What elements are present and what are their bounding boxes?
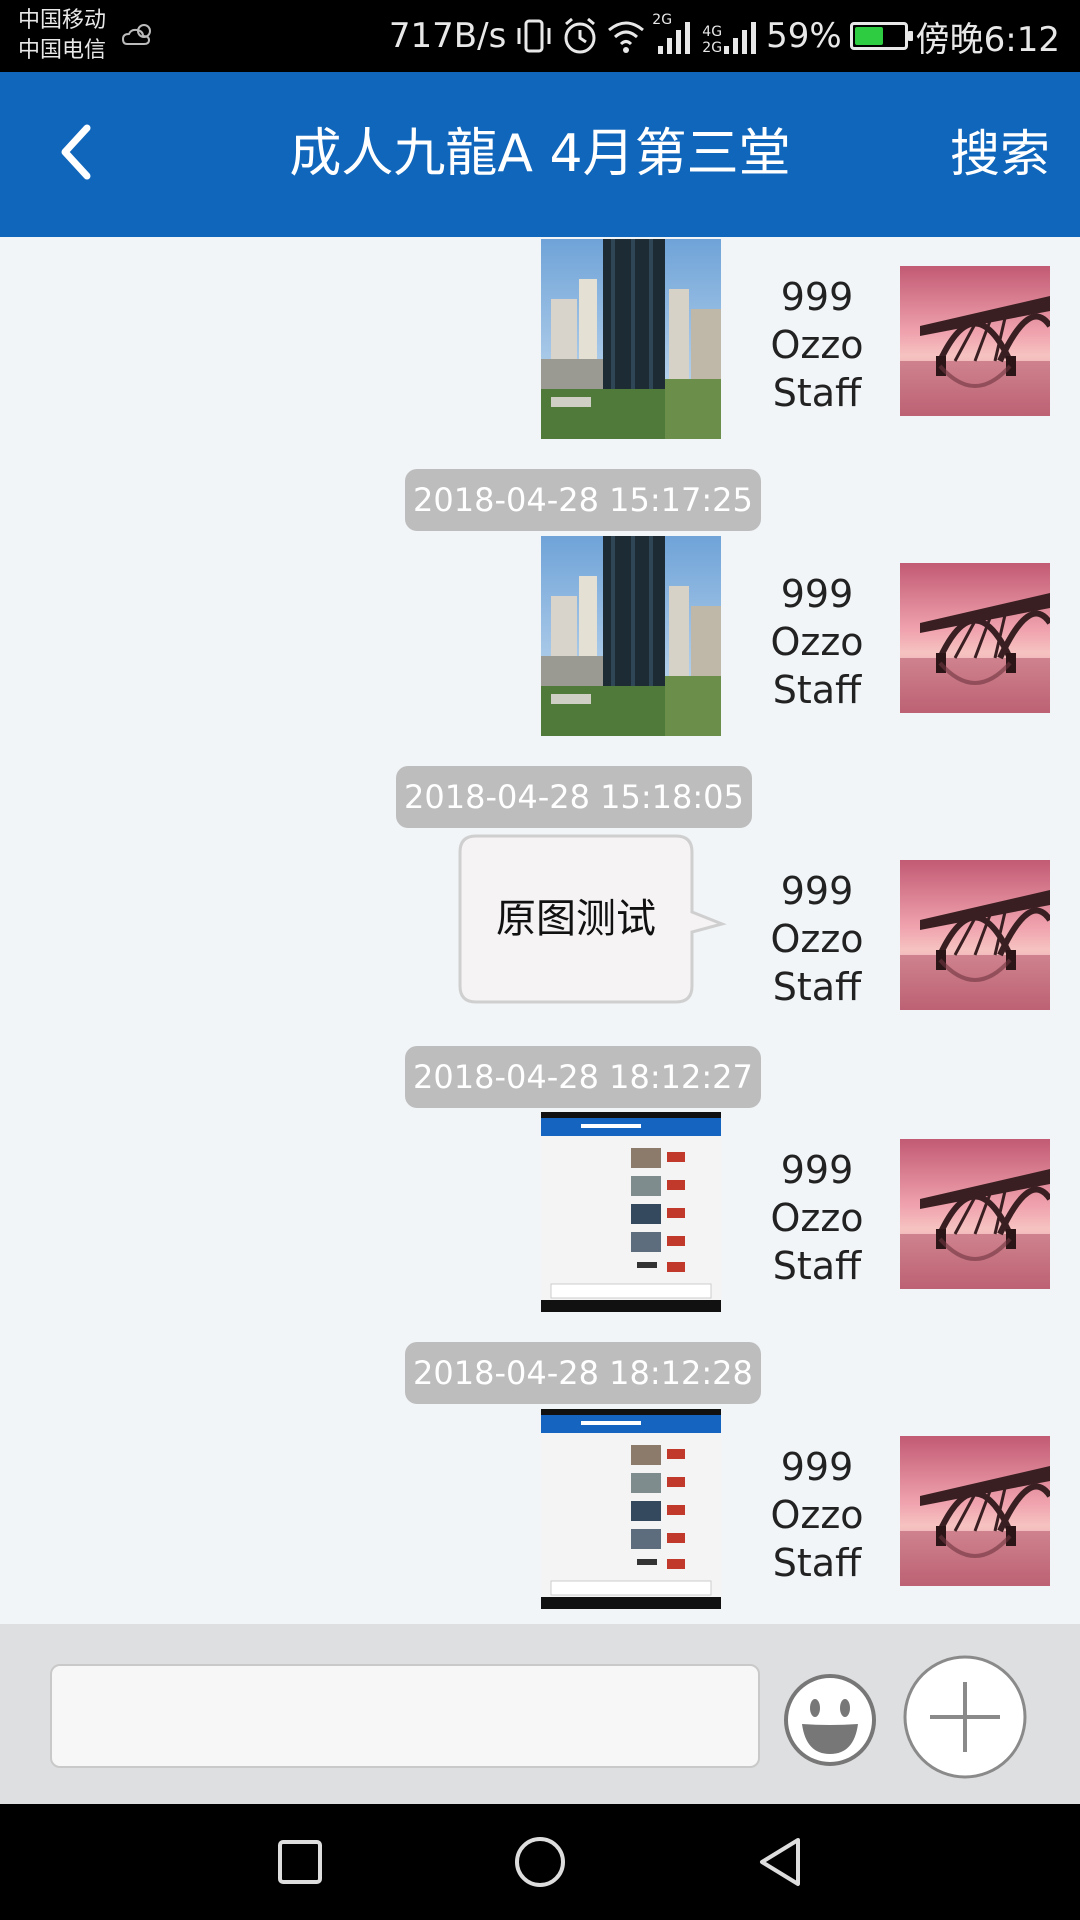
carrier-1: 中国移动 [18, 8, 107, 33]
sender-name-line: Staff [772, 965, 862, 1009]
status-bar: 中国移动 中国电信 717B/s 2G 4G 2G 59% 傍晚6:12 [0, 0, 1080, 72]
smiley-icon [784, 1674, 876, 1766]
sender-name-line: 999 [780, 1148, 854, 1192]
sender-name-line: 999 [780, 1445, 854, 1489]
clock: 傍晚6:12 [915, 19, 1060, 60]
message-timestamp: 2018-04-28 15:17:25 [405, 469, 761, 531]
add-attachment-button[interactable] [902, 1654, 1028, 1780]
text-bubble[interactable]: 原图测试 [458, 834, 727, 1004]
message-timestamp: 2018-04-28 15:18:05 [396, 766, 752, 828]
network-type-2g: 2G [652, 12, 673, 28]
message-input[interactable] [50, 1664, 760, 1768]
carrier-2: 中国电信 [18, 38, 107, 63]
network-type-4g: 4G [702, 24, 723, 40]
bridge-avatar-image [900, 1436, 1050, 1586]
alarm-icon [564, 17, 596, 54]
page-title: 成人九龍A 4月第三堂 [289, 124, 791, 184]
carrier-info: 中国移动 中国电信 [18, 6, 106, 66]
nav-home-button[interactable] [510, 1832, 570, 1892]
triangle-left-icon [760, 1838, 800, 1886]
circle-icon [515, 1837, 565, 1887]
back-button[interactable] [40, 112, 110, 192]
message-image[interactable] [541, 536, 721, 736]
city-photo-thumbnail [541, 239, 721, 439]
vibrate-icon [517, 19, 551, 53]
status-icons: 717B/s 2G 4G 2G 59% 傍晚6:12 [388, 12, 1060, 60]
message-text: 原图测试 [496, 896, 656, 942]
sender-name: 999 Ozzo Staff [758, 867, 876, 1011]
sender-name: 999 Ozzo Staff [758, 1443, 876, 1587]
sender-name-line: Ozzo [770, 620, 864, 664]
plus-icon [903, 1655, 1027, 1779]
sender-name: 999 Ozzo Staff [758, 570, 876, 714]
sender-name: 999 Ozzo Staff [758, 1146, 876, 1290]
sender-name: 999 Ozzo Staff [758, 273, 876, 417]
bridge-avatar-image [900, 563, 1050, 713]
bridge-avatar-image [900, 1139, 1050, 1289]
message-timestamp: 2018-04-28 18:12:27 [405, 1046, 761, 1108]
sender-name-line: 999 [780, 572, 854, 616]
avatar[interactable] [900, 1436, 1050, 1586]
bridge-avatar-image [900, 266, 1050, 416]
battery-icon [849, 22, 913, 50]
bridge-avatar-image [900, 860, 1050, 1010]
city-photo-thumbnail [541, 536, 721, 736]
cloudy-weather-icon [122, 24, 151, 45]
battery-percent: 59% [766, 16, 842, 56]
app-header: 成人九龍A 4月第三堂 搜索 [0, 72, 1080, 237]
avatar[interactable] [900, 266, 1050, 416]
message-image[interactable] [541, 239, 721, 439]
message-timestamp: 2018-04-28 18:12:28 [405, 1342, 761, 1404]
sender-name-line: 999 [780, 869, 854, 913]
signal-strength-icon-2 [724, 22, 757, 54]
sender-name-line: Ozzo [770, 917, 864, 961]
sender-name-line: Staff [772, 371, 862, 415]
avatar[interactable] [900, 860, 1050, 1010]
app-screenshot-thumbnail [541, 1112, 721, 1312]
message-image[interactable] [541, 1409, 721, 1609]
sender-name-line: Ozzo [770, 323, 864, 367]
nav-back-button[interactable] [750, 1832, 810, 1892]
avatar[interactable] [900, 1139, 1050, 1289]
avatar[interactable] [900, 563, 1050, 713]
sender-name-line: Ozzo [770, 1196, 864, 1240]
app-screenshot-thumbnail [541, 1409, 721, 1609]
chevron-left-icon [61, 124, 91, 180]
wifi-icon [608, 21, 645, 53]
square-icon [278, 1840, 322, 1884]
net-speed: 717B/s [388, 16, 507, 56]
message-input-bar [0, 1624, 1080, 1804]
system-navigation-bar [0, 1804, 1080, 1920]
nav-recent-apps-button[interactable] [270, 1832, 330, 1892]
sender-name-line: 999 [780, 275, 854, 319]
sender-name-line: Staff [772, 1244, 862, 1288]
message-image[interactable] [541, 1112, 721, 1312]
emoji-button[interactable] [782, 1672, 878, 1768]
sender-name-line: Ozzo [770, 1493, 864, 1537]
sender-name-line: Staff [772, 1541, 862, 1585]
chat-message-list[interactable]: 999 Ozzo Staff 2018-04-28 15:17:25 999 O… [0, 237, 1080, 1624]
network-type-2g-secondary: 2G [702, 40, 723, 56]
sender-name-line: Staff [772, 668, 862, 712]
search-button[interactable]: 搜索 [950, 72, 1050, 237]
